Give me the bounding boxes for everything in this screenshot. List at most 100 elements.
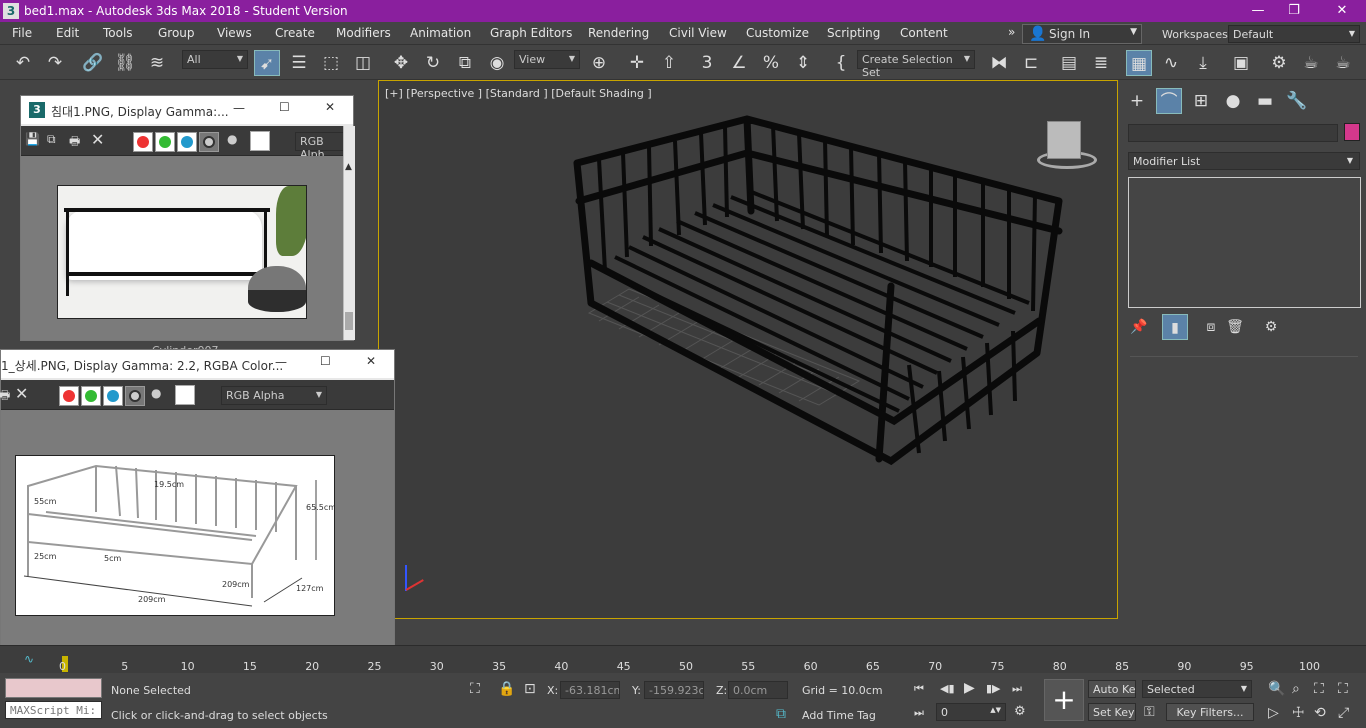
- ribbon-toggle-icon[interactable]: ▦: [1126, 50, 1152, 76]
- orbit-icon[interactable]: ⟲: [1314, 705, 1326, 721]
- go-to-start-icon[interactable]: ⏮: [914, 682, 924, 696]
- window-crossing-icon[interactable]: ◫: [350, 50, 376, 76]
- modifier-stack[interactable]: [1128, 177, 1361, 308]
- menu-rendering[interactable]: Rendering: [588, 26, 649, 40]
- menu-tools[interactable]: Tools: [103, 26, 133, 40]
- close-button[interactable]: ✕: [1330, 2, 1354, 20]
- curve-editor-icon[interactable]: ∿: [1158, 50, 1184, 76]
- percent-snap-icon[interactable]: %: [758, 50, 784, 76]
- select-manipulate-icon[interactable]: ✛: [624, 50, 650, 76]
- monochrome-icon[interactable]: ●: [151, 386, 161, 400]
- motion-tab-icon[interactable]: ●: [1220, 88, 1246, 114]
- workspaces-dropdown[interactable]: Default ▼: [1228, 25, 1360, 43]
- time-slider-track[interactable]: ∿ 0 5 10 15 20 25 30 35 40 45 50 55 60 65 70 75 80 85 90 95…: [0, 645, 1366, 673]
- current-frame-field[interactable]: 0 ▲▼: [936, 703, 1006, 721]
- dope-sheet-icon[interactable]: ⤓: [1190, 50, 1216, 76]
- more-menu-chevron[interactable]: »: [1008, 25, 1015, 39]
- menu-file[interactable]: File: [12, 26, 32, 40]
- selection-lock-icon[interactable]: 🔒: [498, 681, 515, 697]
- keyboard-shortcut-override-icon[interactable]: ⇧: [656, 50, 682, 76]
- set-key-button[interactable]: Set Key: [1088, 703, 1136, 721]
- render-production-icon[interactable]: ☕: [1330, 50, 1356, 76]
- edit-named-selection-icon[interactable]: {: [828, 50, 854, 76]
- red-channel-toggle[interactable]: [59, 386, 79, 406]
- isolate-selection-icon[interactable]: ⛶: [470, 681, 480, 697]
- alpha-channel-toggle[interactable]: [199, 132, 219, 152]
- select-object-icon[interactable]: ➹: [254, 50, 280, 76]
- menu-edit[interactable]: Edit: [56, 26, 79, 40]
- utilities-tab-icon[interactable]: 🔧: [1284, 88, 1310, 114]
- display-tab-icon[interactable]: ▬: [1252, 88, 1278, 114]
- zoom-all-icon[interactable]: ⌕: [1292, 681, 1300, 697]
- restore-button[interactable]: ❐: [1282, 2, 1306, 20]
- minimize-button[interactable]: —: [1246, 2, 1270, 20]
- remove-modifier-icon[interactable]: 🗑: [1222, 314, 1248, 340]
- place-icon[interactable]: ◉: [484, 50, 510, 76]
- minimize-button[interactable]: —: [275, 355, 287, 369]
- object-name-field[interactable]: [1128, 124, 1338, 142]
- menu-group[interactable]: Group: [158, 26, 195, 40]
- link-icon[interactable]: 🔗: [80, 50, 106, 76]
- perspective-viewport[interactable]: [+] [Perspective ] [Standard ] [Default …: [378, 80, 1118, 619]
- play-icon[interactable]: ▶: [964, 680, 975, 696]
- menu-create[interactable]: Create: [275, 26, 315, 40]
- zoom-extents-all-icon[interactable]: ⛶: [1338, 681, 1348, 697]
- time-configuration-icon[interactable]: ⚙: [1014, 704, 1026, 719]
- configure-modifier-sets-icon[interactable]: ⚙: [1258, 314, 1284, 340]
- menu-civil-view[interactable]: Civil View: [669, 26, 727, 40]
- select-by-name-icon[interactable]: ☰: [286, 50, 312, 76]
- key-mode-dropdown[interactable]: Selected ▼: [1142, 680, 1252, 698]
- previous-frame-icon[interactable]: ◀▮: [940, 682, 955, 695]
- clear-image-icon[interactable]: ✕: [91, 130, 104, 149]
- menu-animation[interactable]: Animation: [410, 26, 471, 40]
- menu-modifiers[interactable]: Modifiers: [336, 26, 391, 40]
- y-coordinate-field[interactable]: -159.923cm: [644, 681, 704, 699]
- background-color-swatch[interactable]: [175, 385, 195, 405]
- bind-space-warp-icon[interactable]: ≋: [144, 50, 170, 76]
- save-image-icon[interactable]: 💾: [25, 132, 40, 146]
- time-tag-icon[interactable]: ⧉: [776, 706, 786, 722]
- red-channel-toggle[interactable]: [133, 132, 153, 152]
- z-coordinate-field[interactable]: 0.0cm: [728, 681, 788, 699]
- scale-icon[interactable]: ⧉: [452, 50, 478, 76]
- add-time-tag-button[interactable]: Add Time Tag: [802, 709, 876, 722]
- pivot-center-icon[interactable]: ⊕: [586, 50, 612, 76]
- green-channel-toggle[interactable]: [81, 386, 101, 406]
- menu-views[interactable]: Views: [217, 26, 252, 40]
- selection-filter-dropdown[interactable]: All ▼: [182, 50, 248, 69]
- go-to-end-icon[interactable]: ⏭: [1012, 682, 1022, 696]
- print-image-icon[interactable]: 🖶: [0, 386, 10, 407]
- key-mode-toggle-icon[interactable]: ⏭: [914, 706, 924, 720]
- field-of-view-icon[interactable]: ▷: [1268, 705, 1279, 721]
- menu-graph-editors[interactable]: Graph Editors: [490, 26, 572, 40]
- maximize-viewport-icon[interactable]: ⤢: [1338, 705, 1349, 721]
- scene-explorer-icon[interactable]: ▤: [1056, 50, 1082, 76]
- mirror-icon[interactable]: ⧓: [986, 50, 1012, 76]
- zoom-extents-icon[interactable]: ⛶: [1314, 681, 1324, 697]
- blue-channel-toggle[interactable]: [103, 386, 123, 406]
- close-button[interactable]: ✕: [325, 100, 335, 114]
- named-selection-set-dropdown[interactable]: Create Selection Set ▼: [857, 50, 975, 79]
- pin-stack-icon[interactable]: 📌: [1126, 314, 1152, 340]
- rendered-frame-window-icon[interactable]: ☕: [1298, 50, 1324, 76]
- sign-in-button[interactable]: 👤 Sign In ▼: [1022, 24, 1142, 44]
- monochrome-icon[interactable]: ●: [227, 132, 237, 146]
- auto-key-button[interactable]: Auto Key: [1088, 680, 1136, 698]
- set-key-big-button[interactable]: +: [1044, 679, 1084, 721]
- key-filter-icon[interactable]: ⚿: [1144, 704, 1155, 720]
- snaps-toggle-icon[interactable]: 3: [694, 50, 720, 76]
- hierarchy-tab-icon[interactable]: ⊞: [1188, 88, 1214, 114]
- blue-channel-toggle[interactable]: [177, 132, 197, 152]
- absolute-mode-icon[interactable]: ⊡: [524, 681, 536, 697]
- alpha-channel-toggle[interactable]: [125, 386, 145, 406]
- print-image-icon[interactable]: 🖶: [69, 132, 80, 153]
- key-filters-button[interactable]: Key Filters...: [1166, 703, 1254, 721]
- walk-through-icon[interactable]: ☩: [1292, 705, 1305, 721]
- copy-image-icon[interactable]: ⧉: [47, 132, 56, 147]
- x-coordinate-field[interactable]: -63.181cm: [560, 681, 620, 699]
- mini-curve-editor-icon[interactable]: ∿: [24, 652, 34, 666]
- reference-coordinate-dropdown[interactable]: View ▼: [514, 50, 580, 69]
- clear-image-icon[interactable]: ✕: [15, 384, 28, 403]
- channel-display-dropdown[interactable]: RGB Alpha ▼: [221, 386, 327, 405]
- spinner-snap-icon[interactable]: ⇕: [790, 50, 816, 76]
